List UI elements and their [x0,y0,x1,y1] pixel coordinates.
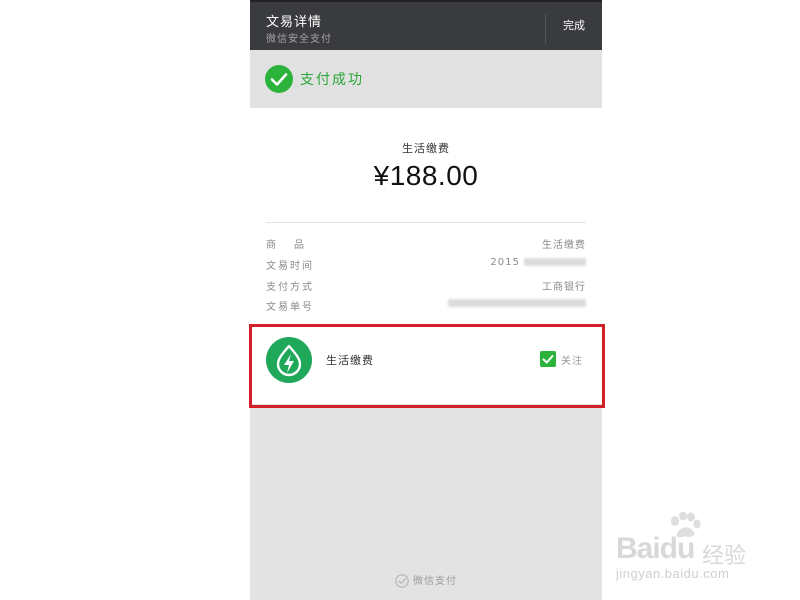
watermark: Baidu 经验 jingyan.baidu.com [612,512,782,588]
wechat-pay-icon [395,574,409,588]
done-button[interactable]: 完成 [546,2,602,50]
footer-label: 微信支付 [413,576,457,587]
nav-bar: 文易详情 微信安全支付 完成 [250,0,602,50]
detail-row-product: 商品 生活缴费 [266,236,586,254]
payment-card: 生活缴费 ¥188.00 商品 生活缴费 文易时间 2015 支付方式 工商银行… [250,108,602,324]
item-title: 生活缴费 [402,142,450,155]
detail-row-method: 支付方式 工商银行 [266,278,586,296]
footer: 微信支付 [250,572,602,588]
detail-label: 文易时间 [266,261,314,272]
page-subtitle: 微信安全支付 [266,34,332,45]
highlight-box [249,324,605,408]
status-text: 支付成功 [300,72,364,88]
time-year: 2015 [490,257,520,268]
divider [266,222,586,223]
detail-row-time: 文易时间 2015 [266,257,586,275]
watermark-url: jingyan.baidu.com [616,566,730,581]
detail-value: 工商银行 [542,282,586,293]
detail-label: 支付方式 [266,282,314,293]
page-title: 文易详情 [266,15,323,30]
phone-screen: 文易详情 微信安全支付 完成 支付成功 生活缴费 ¥188.00 商品 生活缴费… [250,0,602,600]
detail-value: 生活缴费 [542,240,586,251]
detail-value-order [448,298,586,309]
detail-label: 商品 [266,240,322,251]
redacted-block [448,299,586,307]
detail-row-order: 文易单号 [266,298,586,316]
watermark-brand: Baidu [616,532,695,565]
status-banner: 支付成功 [250,50,602,108]
detail-label: 文易单号 [266,302,314,313]
payment-amount: ¥188.00 [373,160,479,191]
check-circle-icon [265,65,293,93]
detail-value-time: 2015 [490,257,586,268]
redacted-block [524,258,586,266]
